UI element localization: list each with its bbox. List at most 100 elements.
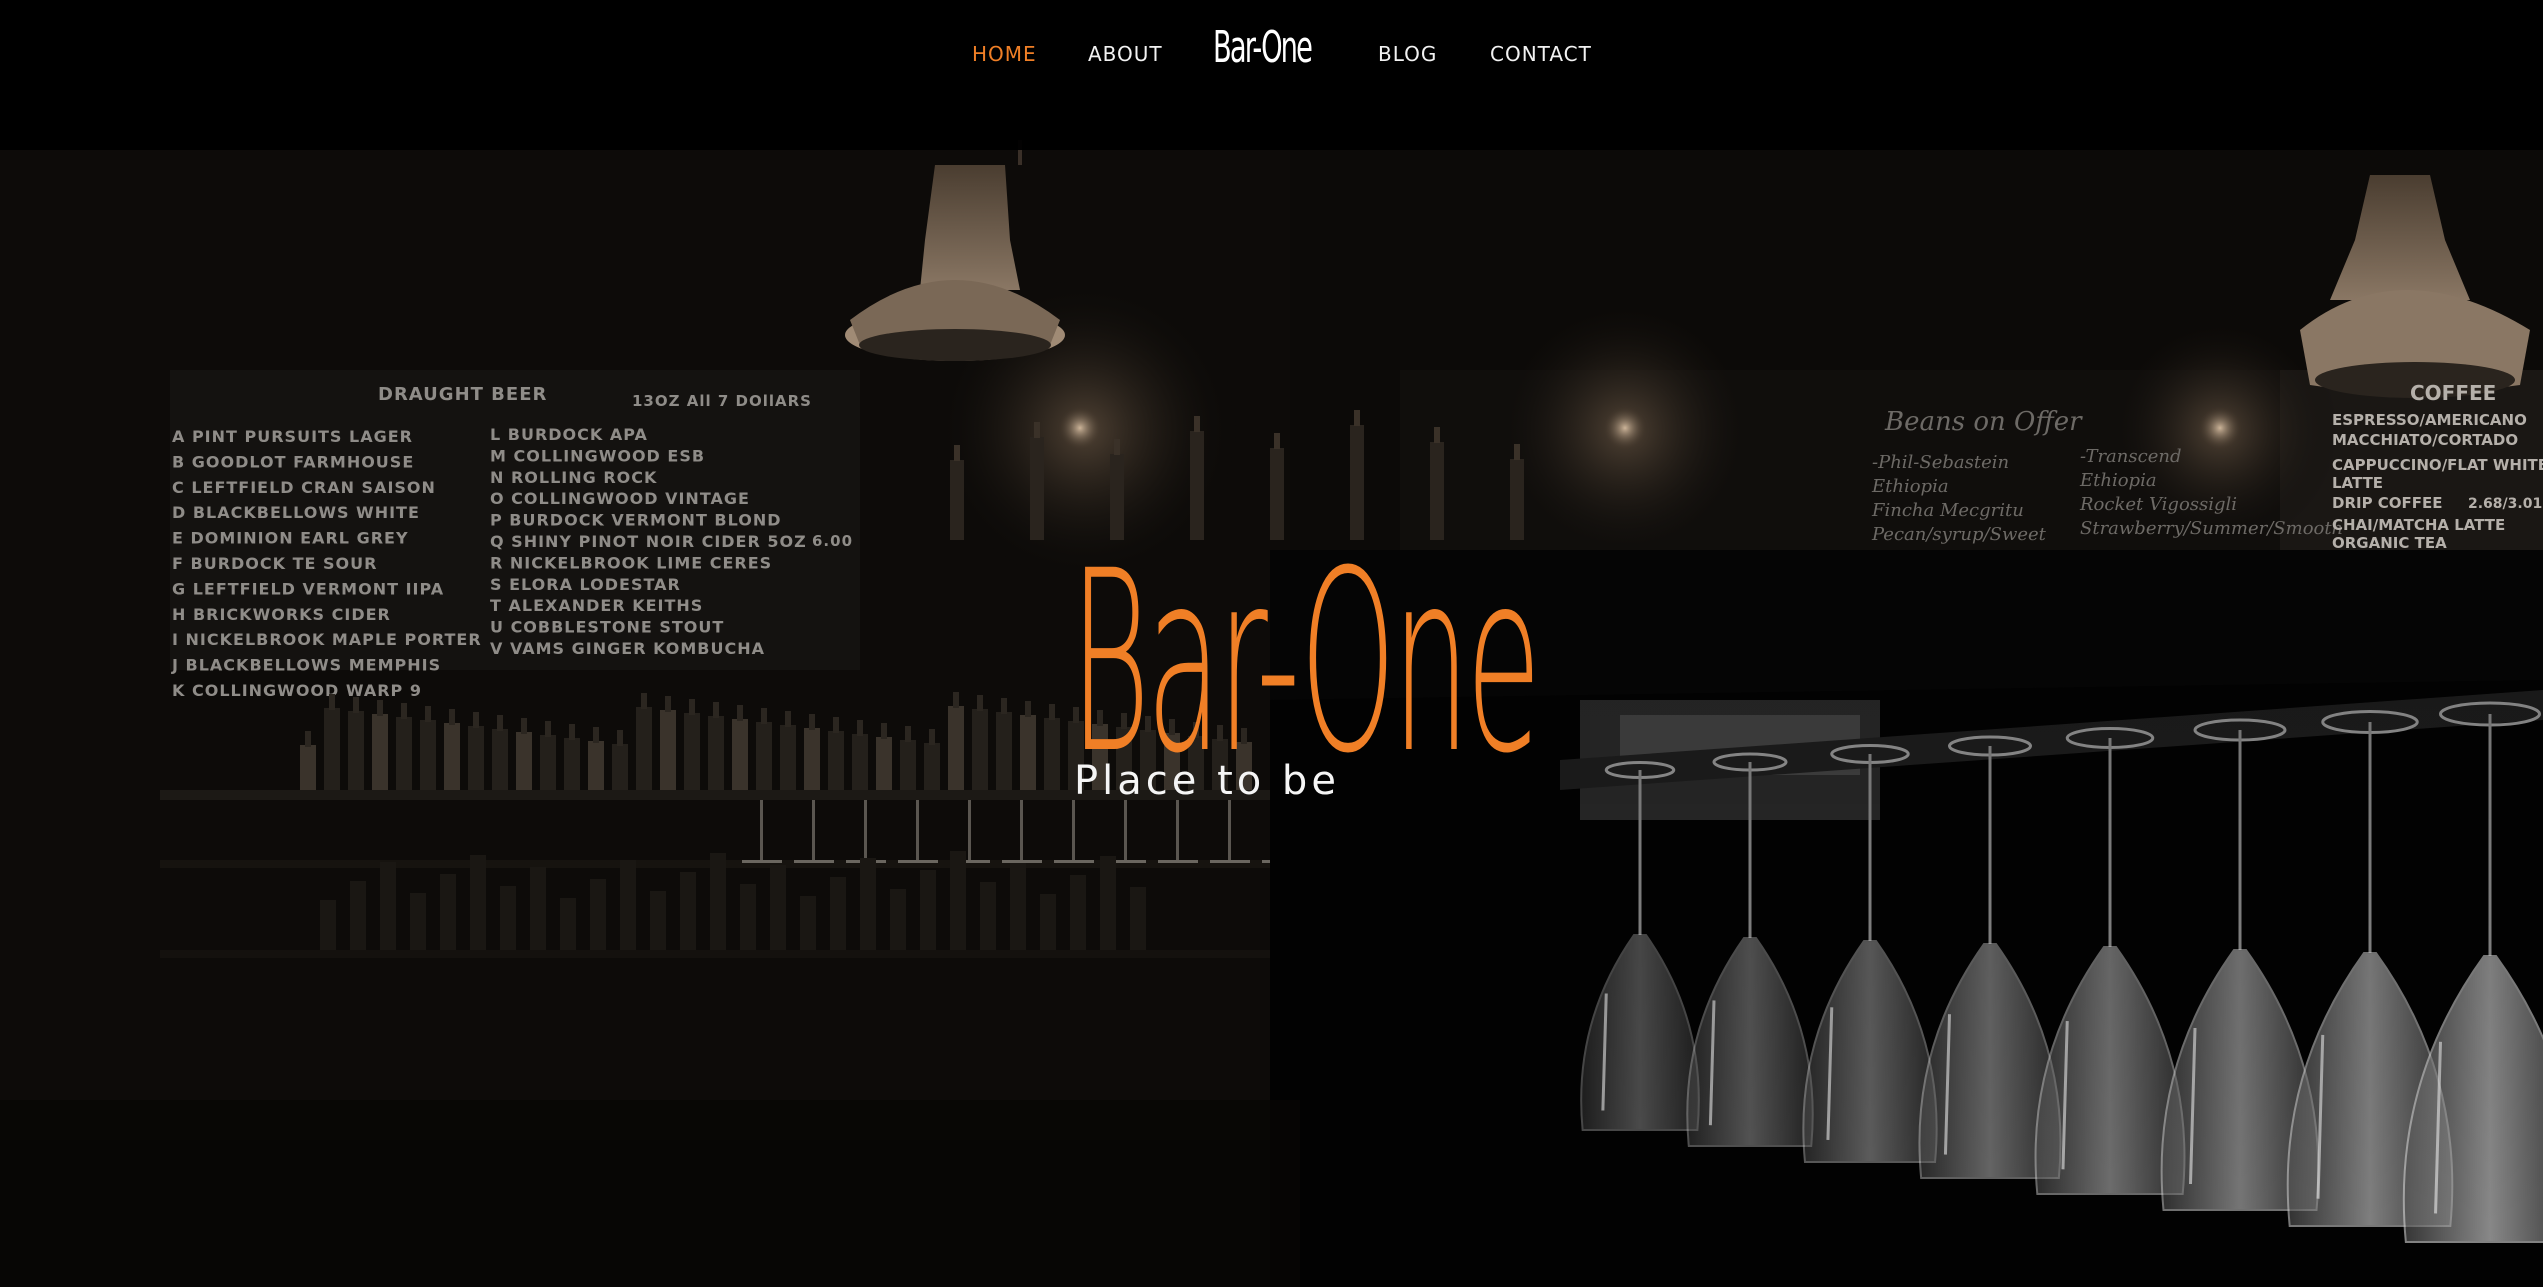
bottle-shape <box>860 858 876 950</box>
bottle-shape <box>617 730 623 746</box>
bottle-shape <box>1034 422 1040 438</box>
beer-board-item: M COLLINGWOOD ESB <box>490 446 705 465</box>
bottle-shape <box>1010 863 1026 950</box>
bottle-shape <box>1054 860 1094 863</box>
nav-link-contact[interactable]: CONTACT <box>1490 42 1592 66</box>
bottle-shape <box>1044 718 1060 790</box>
bottle-shape <box>1210 860 1250 863</box>
bottle-shape <box>812 800 815 860</box>
bottle-shape <box>380 862 396 950</box>
bottle-shape <box>794 860 834 863</box>
bottle-shape <box>710 853 726 950</box>
bottle-shape <box>569 724 575 740</box>
bottle-shape <box>920 870 936 950</box>
bottle-shape <box>800 896 816 950</box>
bottle-shape <box>977 695 983 711</box>
bottle-shape <box>1025 701 1031 717</box>
bottle-shape <box>329 694 335 710</box>
coffee-board-item: DRIP COFFEE <box>2332 494 2443 512</box>
chalkboard-line: -Transcend <box>2080 446 2181 467</box>
nav-logo[interactable]: Bar-One <box>1213 22 1313 73</box>
bottle-shape <box>1176 800 1179 860</box>
chalkboard-line: Ethiopia <box>1871 476 1949 497</box>
chalkboard-line: Ethiopia <box>2079 470 2157 491</box>
nav-link-blog[interactable]: BLOG <box>1378 42 1437 66</box>
bottle-shape <box>665 696 671 712</box>
coffee-board-item: ORGANIC TEA <box>2332 534 2447 552</box>
bottle-shape <box>924 743 940 790</box>
bottle-shape <box>830 877 846 950</box>
coffee-board-price: 2.68/3.01 <box>2468 496 2542 512</box>
beer-board-item: F BURDOCK TE SOUR <box>172 554 377 573</box>
bottle-shape <box>1072 800 1075 860</box>
bottle-shape <box>760 800 763 860</box>
beer-board-price: 6.00 <box>812 532 853 550</box>
bottle-shape <box>588 741 604 790</box>
bottle-shape <box>620 860 636 950</box>
bottle-shape <box>950 851 966 950</box>
bottle-shape <box>468 726 484 790</box>
chalkboard-line: Rocket Vigossigli <box>2079 494 2237 515</box>
bottle-shape <box>809 714 815 730</box>
bottle-shape <box>954 445 960 461</box>
bottle-shape <box>929 729 935 745</box>
bottle-shape <box>1114 439 1120 455</box>
nav-link-about[interactable]: ABOUT <box>1088 42 1163 66</box>
beer-board-item: I NICKELBROOK MAPLE PORTER <box>172 630 482 649</box>
chalkboard-line: -Phil-Sebastein <box>1872 452 2009 473</box>
bottle-shape <box>516 732 532 790</box>
beer-board-heading: DRAUGHT BEER <box>378 384 547 405</box>
bottle-shape <box>593 727 599 743</box>
bottle-shape <box>377 700 383 716</box>
bottle-shape <box>689 699 695 715</box>
bottle-shape <box>348 711 364 790</box>
beer-board-item: P BURDOCK VERMONT BLOND <box>490 511 782 530</box>
bottle-shape <box>160 950 1270 958</box>
bottle-shape <box>350 881 366 950</box>
beer-board-item: T ALEXANDER KEITHS <box>490 596 703 615</box>
bottle-shape <box>742 860 782 863</box>
beer-board-item: G LEFTFIELD VERMONT IIPA <box>172 579 444 598</box>
beer-board-item: C LEFTFIELD CRAN SAISON <box>172 478 436 497</box>
hero-section: DRAUGHT BEER 13OZ All 7 DOllARS A PINT PUR… <box>0 0 2543 1287</box>
chalkboard-line: Fincha Mecgritu <box>1871 500 2024 521</box>
bottle-shape <box>425 706 431 722</box>
bottle-shape <box>881 723 887 739</box>
bottle-shape <box>953 692 959 708</box>
bottle-shape <box>737 705 743 721</box>
bottle-shape <box>833 717 839 733</box>
beer-board-item: U COBBLESTONE STOUT <box>490 618 724 637</box>
bottle-shape <box>650 891 666 950</box>
bottle-shape <box>1274 433 1280 449</box>
bottle-shape <box>449 709 455 725</box>
bottle-shape <box>660 710 676 790</box>
bottle-shape <box>300 745 316 790</box>
bottle-shape <box>410 893 426 950</box>
bottle-shape <box>540 735 556 790</box>
bottle-shape <box>905 726 911 742</box>
bottle-shape <box>636 707 652 790</box>
bottle-shape <box>440 874 456 950</box>
bottle-shape <box>680 872 696 950</box>
coffee-board-item: MACCHIATO/CORTADO <box>2332 431 2518 449</box>
coffee-board-item: LATTE <box>2332 474 2383 492</box>
bottle-shape <box>1001 698 1007 714</box>
bottle-shape <box>684 713 700 790</box>
bottle-shape <box>968 800 971 860</box>
chalkboard-line: Pecan/syrup/Sweet <box>1871 524 2047 545</box>
bottle-shape <box>780 725 796 790</box>
bottle-shape <box>740 884 756 950</box>
beer-board-item: E DOMINION EARL GREY <box>172 529 409 548</box>
beer-board-item: J BLACKBELLOWS MEMPHIS <box>171 656 441 675</box>
beer-board-item: B GOODLOT FARMHOUSE <box>172 452 414 471</box>
bottle-shape <box>948 706 964 790</box>
bottle-shape <box>898 860 938 863</box>
bottle-shape <box>1124 800 1127 860</box>
bottle-shape <box>980 882 996 950</box>
bottle-shape <box>708 716 724 790</box>
beer-board-item: H BRICKWORKS CIDER <box>172 605 391 624</box>
nav-link-home[interactable]: HOME <box>972 42 1037 66</box>
beer-board-item: V VAMS GINGER KOMBUCHA <box>490 639 765 658</box>
beer-board-price-note: 13OZ All 7 DOllARS <box>632 392 812 410</box>
bottle-shape <box>530 867 546 950</box>
